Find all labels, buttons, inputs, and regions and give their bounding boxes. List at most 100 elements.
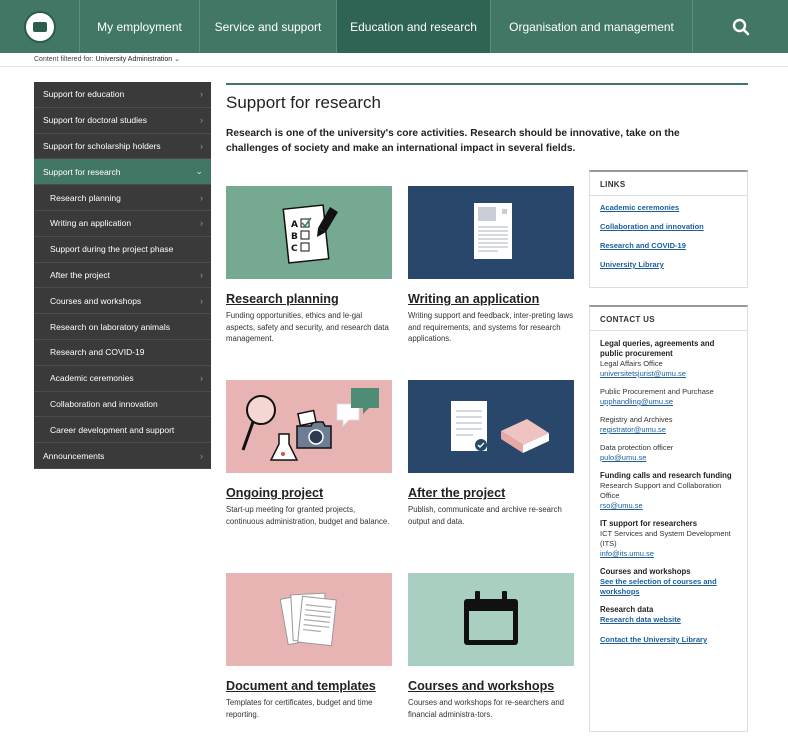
filter-label: Content filtered for: — [34, 56, 94, 63]
checklist-illustration: A B C — [226, 186, 392, 279]
card-description: Start-up meeting for granted projects, c… — [226, 505, 390, 526]
sidebar-item-career-development-and-support[interactable]: Career development and support — [34, 417, 211, 444]
courses-selection-link[interactable]: See the selection of courses and worksho… — [600, 577, 737, 597]
sidebar-item-collaboration-and-innovation[interactable]: Collaboration and innovation — [34, 392, 211, 418]
sidebar-item-label: Support for research — [43, 166, 121, 177]
sidebar-item-label: Collaboration and innovation — [50, 398, 158, 409]
card-writing-an-application[interactable]: Writing an application Writing support a… — [408, 186, 574, 345]
sidebar-item-academic-ceremonies[interactable]: Academic ceremonies › — [34, 366, 211, 392]
sidebar-item-research-and-covid-19[interactable]: Research and COVID-19 — [34, 340, 211, 366]
research-data-website-link[interactable]: Research data website — [600, 615, 737, 625]
contact-it-title: IT support for researchers — [600, 519, 698, 528]
sidebar-item-label: Support for education — [43, 89, 125, 100]
card-ongoing-project[interactable]: Ongoing project Start-up meeting for gra… — [226, 380, 392, 527]
it-email-link[interactable]: info@its.umu.se — [600, 549, 737, 559]
sidebar-item-support-for-research[interactable]: Support for research ⌄ — [34, 159, 211, 186]
sidebar-item-after-the-project[interactable]: After the project › — [34, 263, 211, 289]
chevron-right-icon: › — [200, 295, 203, 306]
links-heading: LINKS — [590, 172, 747, 196]
content-filter-bar[interactable]: Content filtered for: University Adminis… — [0, 53, 788, 67]
sidebar-item-label: Support during the project phase — [50, 244, 174, 255]
contact-it-office: ICT Services and System Development (ITS… — [600, 529, 731, 548]
card-description: Courses and workshops for re-searchers a… — [408, 698, 565, 719]
sidebar-navigation: Support for education › Support for docto… — [34, 82, 211, 469]
search-button[interactable] — [693, 0, 788, 53]
link-collaboration-and-innovation[interactable]: Collaboration and innovation — [600, 222, 737, 231]
sidebar-item-announcements[interactable]: Announcements › — [34, 443, 211, 469]
contact-registry-office: Registry and Archives — [600, 415, 673, 424]
link-university-library[interactable]: University Library — [600, 260, 737, 269]
sidebar-item-research-on-laboratory-animals[interactable]: Research on laboratory animals — [34, 314, 211, 340]
contact-research-data-title: Research data — [600, 605, 654, 614]
chevron-right-icon: › — [200, 450, 203, 461]
contact-legal-office: Legal Affairs Office — [600, 359, 663, 368]
search-icon — [732, 18, 749, 35]
chevron-down-icon: ⌄ — [174, 56, 180, 63]
nav-organisation-and-management[interactable]: Organisation and management — [491, 0, 693, 53]
sidebar-item-writing-an-application[interactable]: Writing an application › — [34, 211, 211, 237]
card-courses-and-workshops[interactable]: Courses and workshops Courses and worksh… — [408, 573, 574, 720]
card-title[interactable]: Document and templates — [226, 679, 392, 693]
dpo-email-link[interactable]: pulo@umu.se — [600, 453, 737, 463]
links-box: LINKS Academic ceremonies Collaboration … — [589, 170, 748, 288]
sidebar-item-support-for-education[interactable]: Support for education › — [34, 82, 211, 108]
card-after-the-project[interactable]: After the project Publish, communicate a… — [408, 380, 574, 527]
title-divider — [226, 83, 748, 85]
contact-library-link[interactable]: Contact the University Library — [600, 635, 737, 645]
contact-funding-office: Research Support and Collaboration Offic… — [600, 481, 722, 500]
svg-text:C: C — [291, 244, 298, 254]
card-description: Templates for certificates, budget and t… — [226, 698, 373, 719]
card-title[interactable]: Writing an application — [408, 292, 574, 306]
contact-box: CONTACT US Legal queries, agreements and… — [589, 305, 748, 732]
sidebar-item-label: Announcements — [43, 450, 105, 461]
svg-text:B: B — [291, 232, 298, 242]
registry-email-link[interactable]: registrator@umu.se — [600, 425, 737, 435]
stacked-documents-illustration — [226, 573, 392, 666]
chevron-down-icon: ⌄ — [195, 166, 203, 177]
sidebar-item-support-for-scholarship-holders[interactable]: Support for scholarship holders › — [34, 134, 211, 160]
sidebar-item-label: Career development and support — [50, 424, 175, 435]
contact-procurement-office: Public Procurement and Purchase — [600, 387, 714, 396]
university-seal-logo — [23, 10, 56, 43]
university-logo-link[interactable] — [0, 0, 80, 53]
chevron-right-icon: › — [200, 218, 203, 229]
nav-education-and-research[interactable]: Education and research — [337, 0, 491, 53]
chevron-right-icon: › — [200, 269, 203, 280]
sidebar-item-label: After the project — [50, 269, 111, 280]
sidebar-item-support-for-doctoral-studies[interactable]: Support for doctoral studies › — [34, 108, 211, 134]
link-research-and-covid-19[interactable]: Research and COVID-19 — [600, 241, 737, 250]
svg-text:A: A — [291, 220, 298, 230]
document-illustration — [408, 186, 574, 279]
card-document-and-templates[interactable]: Document and templates Templates for cer… — [226, 573, 392, 720]
calendar-icon — [408, 573, 574, 666]
funding-email-link[interactable]: rso@umu.se — [600, 501, 737, 511]
card-title[interactable]: Research planning — [226, 292, 392, 306]
sidebar-item-label: Support for scholarship holders — [43, 140, 161, 151]
page-intro: Research is one of the university's core… — [226, 128, 680, 154]
card-research-planning[interactable]: A B C Research planning Funding opportun… — [226, 186, 392, 345]
link-academic-ceremonies[interactable]: Academic ceremonies — [600, 203, 737, 212]
sidebar-item-label: Research and COVID-19 — [50, 347, 145, 358]
sidebar-item-label: Research planning — [50, 192, 121, 203]
procurement-email-link[interactable]: upphandling@umu.se — [600, 397, 737, 407]
card-description: Publish, communicate and archive re-sear… — [408, 505, 562, 526]
sidebar-item-support-during-project-phase[interactable]: Support during the project phase — [34, 237, 211, 263]
contact-legal-title: Legal queries, agreements and public pro… — [600, 339, 715, 358]
sidebar-item-courses-and-workshops[interactable]: Courses and workshops › — [34, 288, 211, 315]
card-description: Writing support and feedback, inter-pret… — [408, 311, 573, 343]
nav-service-and-support[interactable]: Service and support — [200, 0, 337, 53]
sidebar-item-label: Research on laboratory animals — [50, 321, 171, 332]
sidebar-item-research-planning[interactable]: Research planning › — [34, 185, 211, 211]
nav-my-employment[interactable]: My employment — [80, 0, 200, 53]
contact-courses-title: Courses and workshops — [600, 567, 691, 576]
sidebar-item-label: Support for doctoral studies — [43, 115, 147, 126]
card-title[interactable]: Courses and workshops — [408, 679, 574, 693]
legal-email-link[interactable]: universitetsjurist@umu.se — [600, 369, 737, 379]
top-navigation: My employment Service and support Educat… — [0, 0, 788, 53]
chevron-right-icon: › — [200, 89, 203, 100]
lab-and-camera-illustration — [226, 380, 392, 473]
card-title[interactable]: After the project — [408, 486, 574, 500]
page-title: Support for research — [226, 93, 381, 112]
card-title[interactable]: Ongoing project — [226, 486, 392, 500]
chevron-right-icon: › — [200, 192, 203, 203]
